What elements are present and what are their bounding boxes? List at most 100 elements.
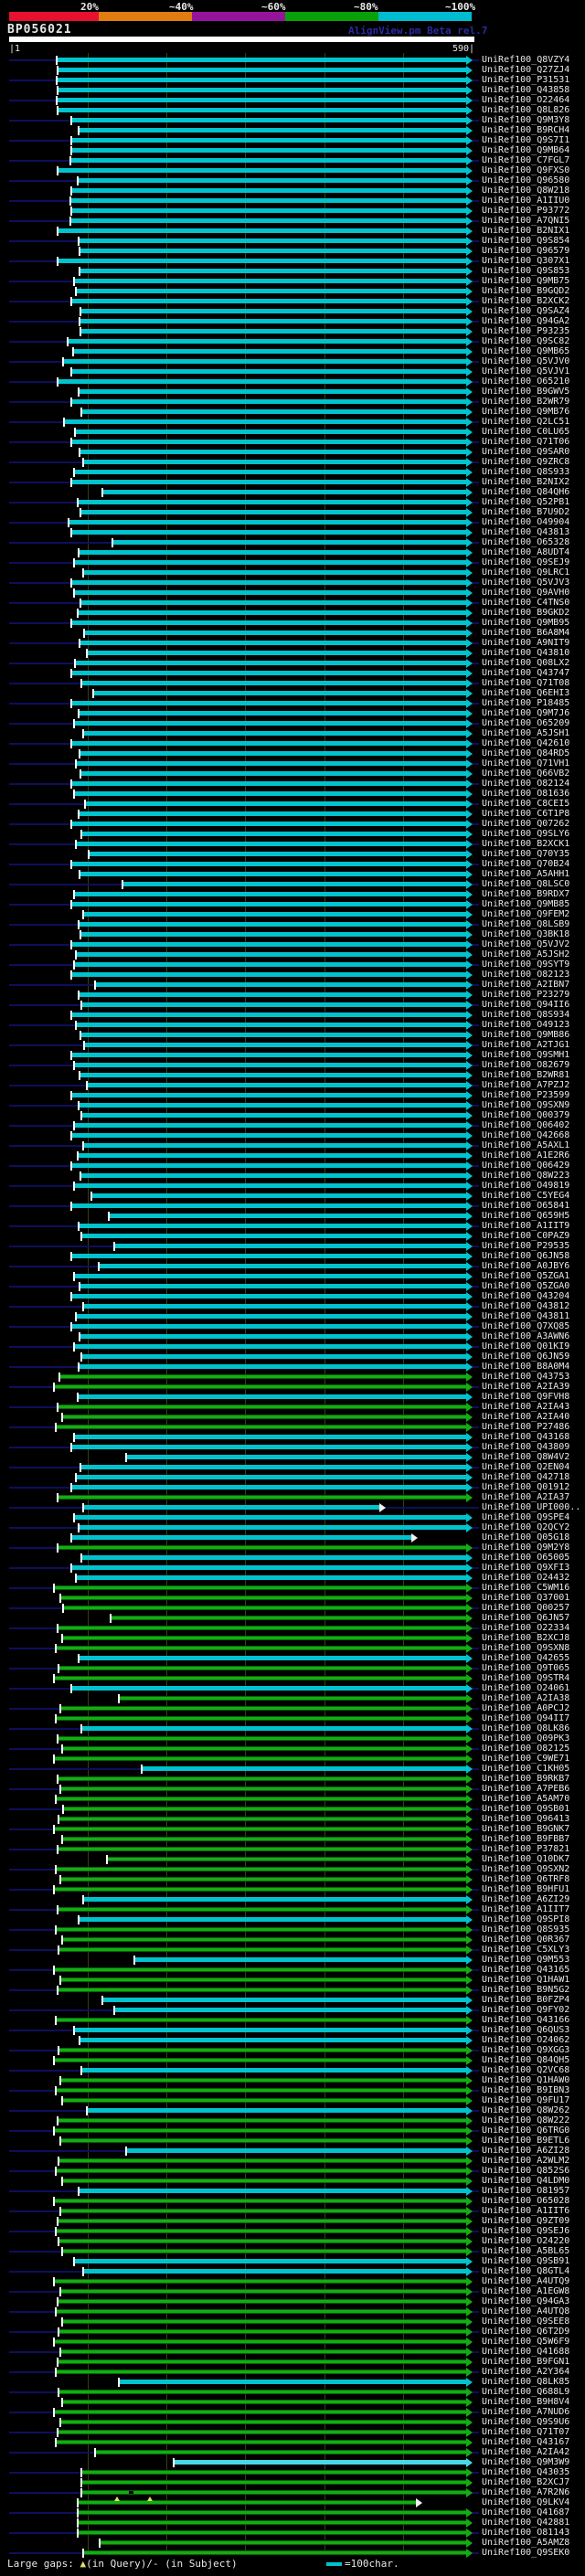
hit-accession-label[interactable]: UniRef100_Q9M3W9 bbox=[482, 2457, 569, 2467]
hit-accession-label[interactable]: UniRef100_O24061 bbox=[482, 1683, 569, 1693]
hit-accession-label[interactable]: UniRef100_Q41688 bbox=[482, 2347, 569, 2357]
alignment-bar[interactable] bbox=[57, 168, 466, 173]
alignment-bar[interactable] bbox=[70, 1053, 466, 1057]
alignment-bar[interactable] bbox=[112, 540, 466, 545]
alignment-bar[interactable] bbox=[61, 1837, 466, 1841]
hit-accession-label[interactable]: UniRef100_P23279 bbox=[482, 990, 569, 1000]
alignment-bar[interactable] bbox=[70, 1686, 466, 1691]
hit-accession-label[interactable]: UniRef100_Q43204 bbox=[482, 1291, 569, 1301]
alignment-bar[interactable] bbox=[74, 1183, 466, 1188]
alignment-bar[interactable] bbox=[55, 2229, 466, 2233]
alignment-bar[interactable] bbox=[70, 299, 466, 303]
alignment-bar[interactable] bbox=[74, 2028, 466, 2032]
alignment-bar[interactable] bbox=[79, 249, 466, 253]
alignment-bar[interactable] bbox=[87, 1083, 466, 1087]
alignment-bar[interactable] bbox=[81, 1555, 466, 1560]
alignment-bar[interactable] bbox=[75, 661, 466, 665]
hit-accession-label[interactable]: UniRef100_Q09PK3 bbox=[482, 1733, 569, 1744]
alignment-bar[interactable] bbox=[70, 198, 466, 203]
alignment-bar[interactable] bbox=[81, 2470, 466, 2475]
hit-accession-label[interactable]: UniRef100_Q42718 bbox=[482, 1472, 569, 1482]
alignment-bar[interactable] bbox=[70, 148, 466, 153]
hit-accession-label[interactable]: UniRef100_Q43166 bbox=[482, 2015, 569, 2025]
hit-accession-label[interactable]: UniRef100_Q70B24 bbox=[482, 859, 569, 869]
alignment-bar[interactable] bbox=[75, 429, 466, 434]
alignment-bar[interactable] bbox=[54, 2339, 466, 2344]
hit-accession-label[interactable]: UniRef100_UPI000.. bbox=[482, 1502, 580, 1512]
hit-accession-label[interactable]: UniRef100_Q43168 bbox=[482, 1432, 569, 1442]
alignment-bar[interactable] bbox=[78, 1224, 466, 1228]
alignment-bar[interactable] bbox=[76, 1023, 466, 1027]
hit-accession-label[interactable]: UniRef100_Q43747 bbox=[482, 668, 569, 678]
hit-accession-label[interactable]: UniRef100_Q84QH6 bbox=[482, 487, 569, 497]
hit-accession-label[interactable]: UniRef100_Q08LX2 bbox=[482, 658, 569, 668]
hit-accession-label[interactable]: UniRef100_Q41687 bbox=[482, 2507, 569, 2518]
hit-accession-label[interactable]: UniRef100_A5JSH2 bbox=[482, 949, 569, 959]
alignment-bar[interactable] bbox=[80, 510, 466, 514]
alignment-bar[interactable] bbox=[58, 2239, 466, 2243]
alignment-bar[interactable] bbox=[79, 872, 466, 876]
hit-accession-label[interactable]: UniRef100_Q37001 bbox=[482, 1593, 569, 1603]
alignment-bar[interactable] bbox=[61, 2098, 466, 2103]
hit-accession-label[interactable]: UniRef100_O24432 bbox=[482, 1573, 569, 1583]
alignment-bar[interactable] bbox=[79, 751, 466, 756]
hit-accession-label[interactable]: UniRef100_Q9SXN8 bbox=[482, 1643, 569, 1653]
alignment-bar[interactable] bbox=[58, 2158, 466, 2163]
hit-accession-label[interactable]: UniRef100_Q9LRC1 bbox=[482, 567, 569, 578]
alignment-bar[interactable] bbox=[70, 862, 466, 866]
hit-accession-label[interactable]: UniRef100_Q84QH5 bbox=[482, 2055, 569, 2065]
alignment-bar[interactable] bbox=[70, 1565, 466, 1570]
alignment-bar[interactable] bbox=[83, 631, 466, 635]
hit-accession-label[interactable]: UniRef100_Q6JN59 bbox=[482, 1352, 569, 1362]
hit-accession-label[interactable]: UniRef100_B2XCJ8 bbox=[482, 1633, 569, 1643]
hit-accession-label[interactable]: UniRef100_Q43753 bbox=[482, 1372, 569, 1382]
alignment-bar[interactable] bbox=[77, 2500, 416, 2505]
hit-accession-label[interactable]: UniRef100_Q659H5 bbox=[482, 1211, 569, 1221]
hit-accession-label[interactable]: UniRef100_A1EGW8 bbox=[482, 2286, 569, 2296]
alignment-bar[interactable] bbox=[82, 460, 466, 464]
hit-accession-label[interactable]: UniRef100_A1IIT7 bbox=[482, 1904, 569, 1914]
hit-accession-label[interactable]: UniRef100_Q07262 bbox=[482, 819, 569, 829]
alignment-bar[interactable] bbox=[76, 1475, 466, 1479]
hit-accession-label[interactable]: UniRef100_Q9SEJ6 bbox=[482, 2226, 569, 2236]
hit-accession-label[interactable]: UniRef100_Q9SEJ9 bbox=[482, 557, 569, 567]
hit-accession-label[interactable]: UniRef100_C5YEG4 bbox=[482, 1191, 569, 1201]
hit-accession-label[interactable]: UniRef100_Q9S854 bbox=[482, 236, 569, 246]
hit-accession-label[interactable]: UniRef100_Q9T065 bbox=[482, 1663, 569, 1673]
alignment-bar[interactable] bbox=[102, 490, 466, 494]
hit-accession-label[interactable]: UniRef100_A4UTQ9 bbox=[482, 2276, 569, 2286]
alignment-bar[interactable] bbox=[81, 1113, 466, 1118]
hit-accession-label[interactable]: UniRef100_Q9SAR0 bbox=[482, 447, 569, 457]
hit-accession-label[interactable]: UniRef100_Q8W223 bbox=[482, 1171, 569, 1181]
alignment-bar[interactable] bbox=[74, 2259, 466, 2263]
hit-accession-label[interactable]: UniRef100_Q9SEE8 bbox=[482, 2316, 569, 2327]
hit-accession-label[interactable]: UniRef100_A1E2R6 bbox=[482, 1150, 569, 1161]
hit-accession-label[interactable]: UniRef100_B9HFU1 bbox=[482, 1884, 569, 1894]
hit-accession-label[interactable]: UniRef100_Q6JN57 bbox=[482, 1613, 569, 1623]
alignment-bar[interactable] bbox=[61, 1746, 466, 1751]
hit-accession-label[interactable]: UniRef100_Q9MB64 bbox=[482, 145, 569, 155]
hit-accession-label[interactable]: UniRef100_Q10DK7 bbox=[482, 1854, 569, 1864]
hit-accession-label[interactable]: UniRef100_Q8GTL4 bbox=[482, 2266, 569, 2276]
hit-accession-label[interactable]: UniRef100_P93772 bbox=[482, 206, 569, 216]
hit-accession-label[interactable]: UniRef100_B9GNK7 bbox=[482, 1824, 569, 1834]
hit-accession-label[interactable]: UniRef100_Q71T06 bbox=[482, 437, 569, 447]
hit-accession-label[interactable]: UniRef100_B9RCH4 bbox=[482, 125, 569, 135]
hit-accession-label[interactable]: UniRef100_O82125 bbox=[482, 1744, 569, 1754]
alignment-bar[interactable] bbox=[74, 892, 466, 896]
alignment-bar[interactable] bbox=[78, 1525, 466, 1530]
alignment-bar[interactable] bbox=[82, 731, 466, 736]
hit-accession-label[interactable]: UniRef100_Q9XFI3 bbox=[482, 1563, 569, 1573]
alignment-bar[interactable] bbox=[109, 1214, 466, 1218]
alignment-bar[interactable] bbox=[78, 811, 466, 816]
hit-accession-label[interactable]: UniRef100_C5WM16 bbox=[482, 1583, 569, 1593]
alignment-bar[interactable] bbox=[78, 389, 466, 394]
hit-accession-label[interactable]: UniRef100_Q6TRG0 bbox=[482, 2125, 569, 2136]
alignment-bar[interactable] bbox=[70, 208, 466, 213]
hit-accession-label[interactable]: UniRef100_Q6QUS3 bbox=[482, 2025, 569, 2035]
hit-accession-label[interactable]: UniRef100_Q94II7 bbox=[482, 1713, 569, 1723]
alignment-bar[interactable] bbox=[54, 1676, 466, 1680]
hit-accession-label[interactable]: UniRef100_Q94GA2 bbox=[482, 316, 569, 326]
alignment-bar[interactable] bbox=[61, 2400, 466, 2404]
hit-accession-label[interactable]: UniRef100_Q6JN58 bbox=[482, 1251, 569, 1261]
